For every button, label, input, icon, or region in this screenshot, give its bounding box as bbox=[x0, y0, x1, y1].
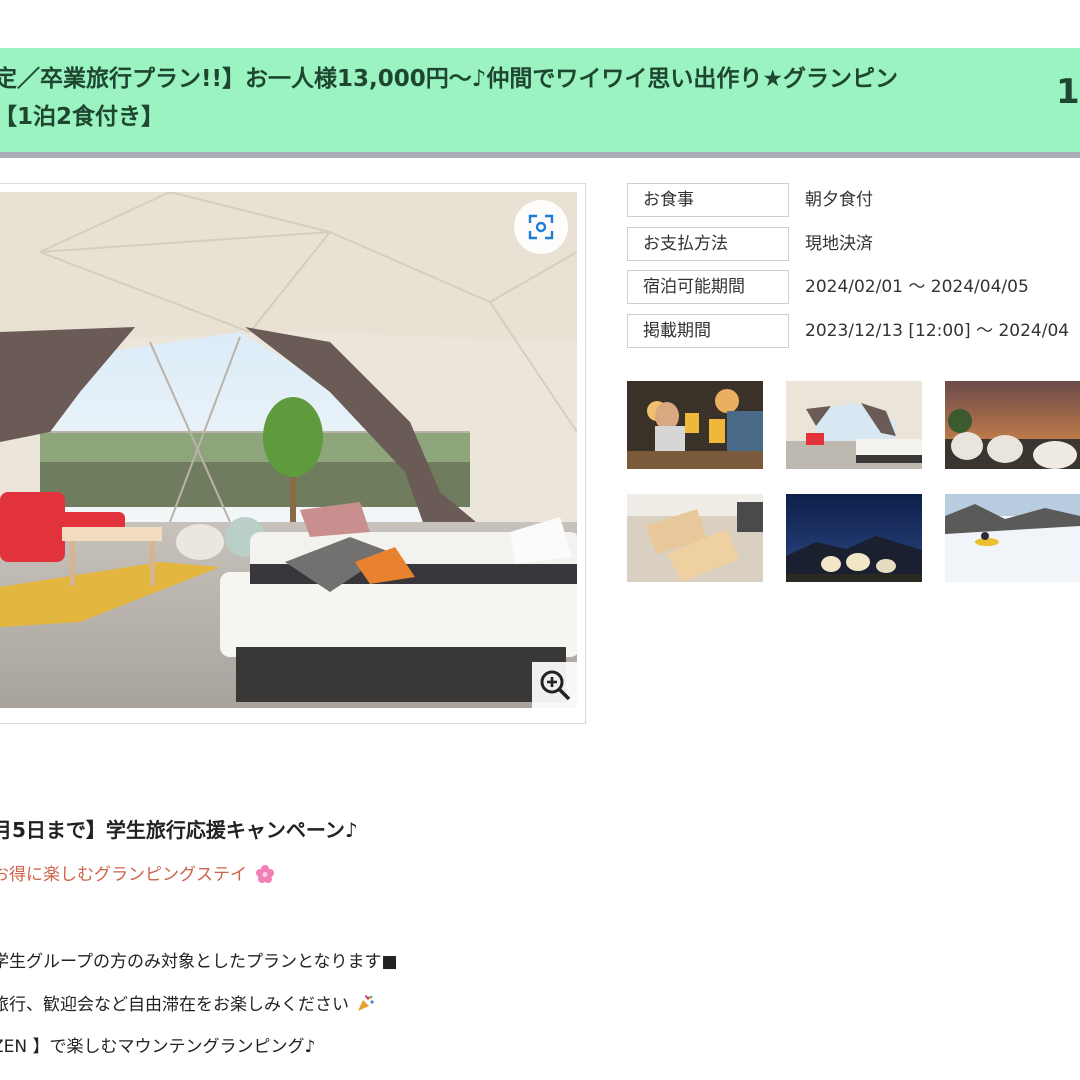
detail-value: 2024/02/01 ～ 2024/04/05 bbox=[805, 277, 1029, 297]
detail-value: 2023/12/13 [12:00] ～ 2024/04 bbox=[805, 321, 1070, 341]
detail-label: 掲載期間 bbox=[627, 314, 789, 348]
party-popper-icon bbox=[356, 995, 375, 1018]
plan-title-banner: 定／卒業旅行プラン!!】お一人様13,000円～♪仲間でワイワイ思い出作り★グラ… bbox=[0, 48, 1080, 158]
detail-value: 朝夕食付 bbox=[805, 190, 873, 210]
detail-label: お支払方法 bbox=[627, 227, 789, 261]
detail-label: お食事 bbox=[627, 183, 789, 217]
thumbnail-domes-at-dusk[interactable] bbox=[945, 381, 1080, 469]
fullscreen-icon[interactable] bbox=[514, 200, 568, 254]
zoom-in-icon[interactable] bbox=[532, 662, 578, 708]
detail-label: 宿泊可能期間 bbox=[627, 270, 789, 304]
thumbnail-people-toasting[interactable] bbox=[627, 381, 763, 469]
description-line-text: 旅行、歓迎会など自由滞在をお楽しみください bbox=[0, 995, 349, 1015]
description-heading: 月5日まで】学生旅行応援キャンペーン♪ bbox=[0, 818, 358, 842]
main-photo[interactable] bbox=[0, 192, 577, 708]
thumbnail-hot-sandwich[interactable] bbox=[627, 494, 763, 582]
thumbnail-domes-at-night[interactable] bbox=[786, 494, 922, 582]
detail-row-stay-period: 宿泊可能期間 2024/02/01 ～ 2024/04/05 bbox=[627, 270, 1080, 304]
detail-row-listing-period: 掲載期間 2023/12/13 [12:00] ～ 2024/04 bbox=[627, 314, 1080, 348]
description-line: ZEN 】で楽しむマウンテングランピング♪ bbox=[0, 1037, 316, 1057]
plan-title: 定／卒業旅行プラン!!】お一人様13,000円～♪仲間でワイワイ思い出作り★グラ… bbox=[0, 60, 1034, 136]
detail-row-meals: お食事 朝夕食付 bbox=[627, 183, 1080, 217]
description-line: 学生グループの方のみ対象としたプランとなります■ bbox=[0, 952, 398, 972]
description-line: 旅行、歓迎会など自由滞在をお楽しみください bbox=[0, 990, 375, 1018]
plan-title-line1: 定／卒業旅行プラン!!】お一人様13,000円～♪仲間でワイワイ思い出作り★グラ… bbox=[0, 66, 899, 92]
detail-row-payment: お支払方法 現地決済 bbox=[627, 227, 1080, 261]
cherry-blossom-icon bbox=[256, 865, 275, 888]
plan-title-line2: 【1泊2食付き】 bbox=[0, 104, 165, 130]
description-subheading: お得に楽しむグランピングステイ bbox=[0, 860, 275, 888]
thumbnail-snow-sledding[interactable] bbox=[945, 494, 1080, 582]
detail-value: 現地決済 bbox=[805, 234, 873, 254]
plan-price: 1 bbox=[1056, 72, 1080, 112]
description-subheading-text: お得に楽しむグランピングステイ bbox=[0, 865, 247, 885]
thumbnail-dome-interior[interactable] bbox=[786, 381, 922, 469]
